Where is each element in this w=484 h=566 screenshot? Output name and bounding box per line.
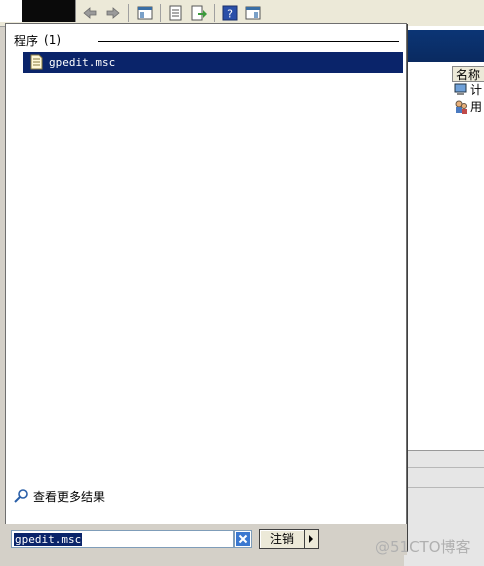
toolbar-left-edge	[0, 0, 23, 22]
start-search-bar: gpedit.msc 注销	[5, 524, 407, 555]
computer-icon	[454, 83, 467, 95]
chevron-right-icon	[309, 535, 313, 543]
watermark: @51CTO博客	[375, 538, 471, 556]
result-item-label: gpedit.msc	[49, 56, 116, 69]
log-off-button[interactable]: 注销	[259, 529, 305, 549]
show-hide-tree-icon[interactable]	[137, 5, 153, 21]
document-icon	[30, 54, 43, 70]
group-header-label: 程序	[14, 33, 39, 48]
export-list-icon[interactable]	[191, 5, 207, 21]
toolbar-separator	[128, 4, 129, 22]
users-icon	[455, 100, 467, 114]
forward-icon[interactable]	[105, 5, 121, 21]
result-item-gpedit[interactable]: gpedit.msc	[23, 52, 403, 73]
search-text-selection: gpedit.msc	[14, 533, 83, 546]
column-header-name[interactable]: 名称	[452, 66, 484, 82]
mmc-details-pane: 名称 计 用	[404, 26, 484, 566]
help-icon[interactable]: ?	[222, 5, 238, 21]
start-menu-results-panel: 程序 (1) gpedit.msc 查看更多结果	[5, 23, 407, 551]
list-item-label: 计	[470, 83, 483, 97]
details-header-banner	[404, 30, 484, 62]
group-header-divider	[98, 41, 399, 42]
show-hide-action-pane-icon[interactable]	[245, 5, 261, 21]
group-header-count: (1)	[44, 33, 62, 47]
back-icon[interactable]	[82, 5, 98, 21]
see-more-results-link[interactable]: 查看更多结果	[13, 487, 105, 505]
toolbar-separator	[214, 4, 215, 22]
log-off-options-button[interactable]	[305, 529, 319, 549]
toolbar-dark-area	[22, 0, 76, 22]
list-item[interactable]: 用	[454, 99, 484, 115]
see-more-results-label: 查看更多结果	[33, 489, 106, 504]
list-item-label: 用	[470, 100, 483, 114]
svg-text:?: ?	[227, 8, 233, 21]
search-icon	[14, 489, 28, 503]
close-icon	[236, 532, 250, 546]
list-item[interactable]: 计	[454, 82, 484, 98]
results-group-header: 程序 (1)	[14, 33, 62, 48]
properties-icon[interactable]	[168, 5, 184, 21]
toolbar-separator	[160, 4, 161, 22]
clear-search-button[interactable]	[234, 530, 252, 548]
